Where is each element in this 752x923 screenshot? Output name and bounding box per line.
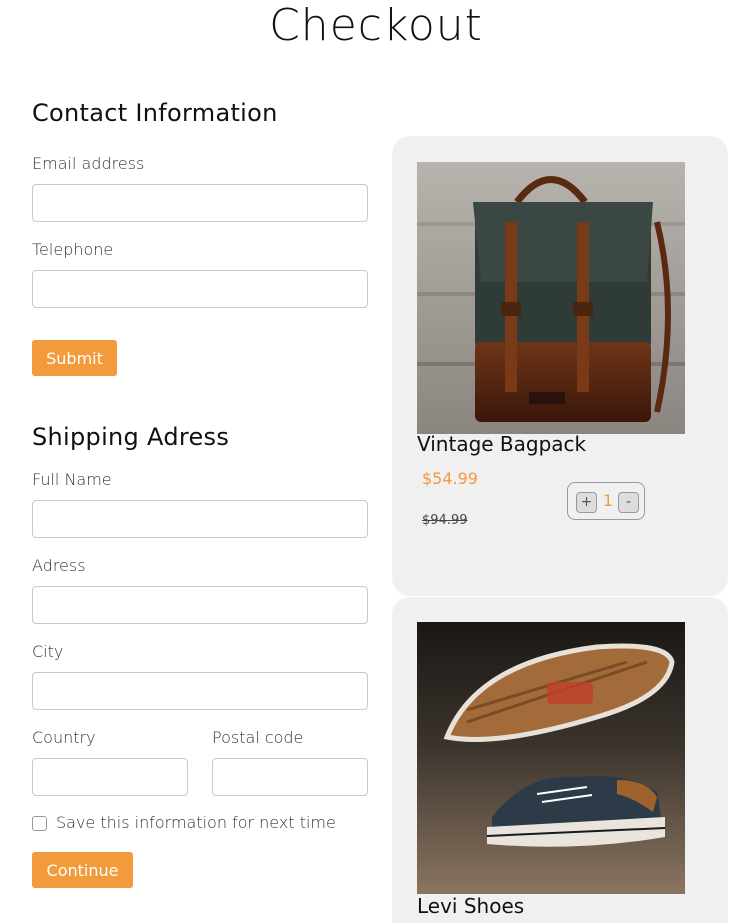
increment-quantity-button[interactable]: + [576,492,597,513]
save-info-checkbox[interactable] [32,816,47,831]
save-info-label: Save this information for next time [56,813,336,832]
address-label: Adress [32,556,86,575]
country-label: Country [32,728,96,747]
city-label: City [32,642,64,661]
continue-button[interactable]: Continue [32,852,133,888]
city-field[interactable] [32,672,368,710]
address-field[interactable] [32,586,368,624]
telephone-label: Telephone [32,240,114,259]
sneaker-photo-icon [417,622,685,894]
full-name-field[interactable] [32,500,368,538]
shipping-heading: Shipping Adress [32,423,230,451]
quantity-value: 1 [602,491,614,510]
page-title: Checkout [269,0,483,51]
email-label: Email address [32,154,145,173]
country-field[interactable] [32,758,188,796]
product-name[interactable]: Vintage Bagpack [417,432,586,456]
postal-code-field[interactable] [212,758,368,796]
quantity-stepper: + 1 - [567,482,645,520]
product-name[interactable]: Levi Shoes [417,894,524,918]
decrement-quantity-button[interactable]: - [618,492,639,513]
cart-item-card: Levi Shoes [392,597,728,923]
sneaker-image [417,622,685,894]
telephone-field[interactable] [32,270,368,308]
postal-code-label: Postal code [212,728,304,747]
product-old-price: $94.99 [422,513,468,528]
full-name-label: Full Name [32,470,112,489]
submit-button[interactable]: Submit [32,340,117,376]
backpack-photo-icon [417,162,685,434]
product-price: $54.99 [422,469,478,488]
backpack-image [417,162,685,434]
cart-item-card: Vintage Bagpack $54.99 $94.99 + 1 - [392,136,728,596]
checkout-page: Checkout Contact Information Email addre… [0,0,752,923]
email-field[interactable] [32,184,368,222]
contact-heading: Contact Information [32,99,278,127]
